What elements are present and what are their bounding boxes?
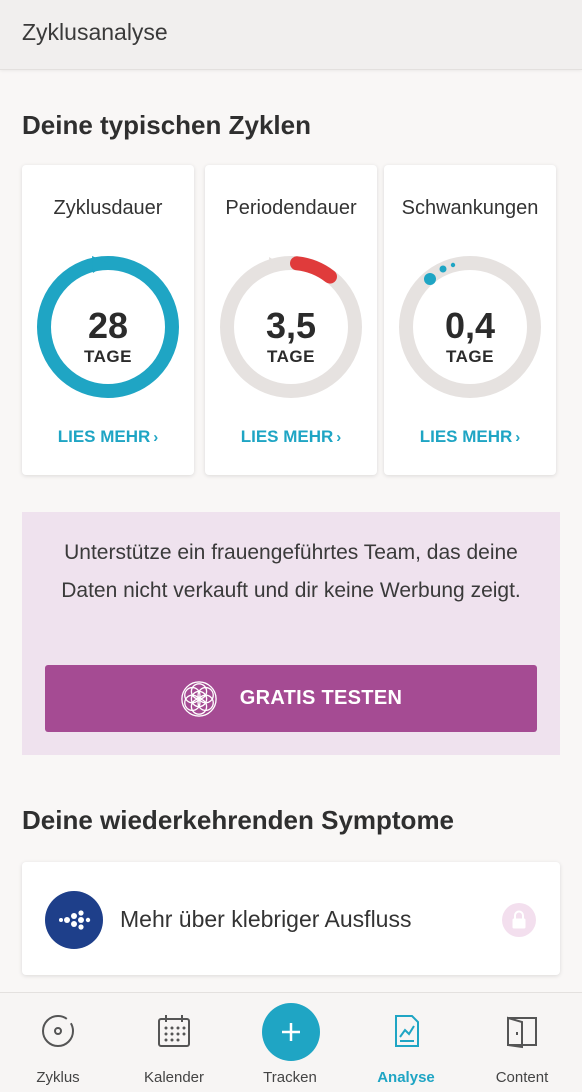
premium-promo-banner: Unterstütze ein frauengeführtes Team, da… — [22, 512, 560, 755]
read-more-link[interactable]: LIES MEHR › — [384, 427, 556, 447]
typical-cycles-heading: Deine typischen Zyklen — [22, 110, 311, 140]
read-more-label: LIES MEHR — [57, 427, 151, 446]
tab-zyklus[interactable]: Zyklus — [0, 993, 116, 1092]
app-header: Zyklusanalyse — [0, 0, 582, 70]
recurring-symptoms-heading: Deine wiederkehrenden Symptome — [22, 805, 455, 835]
chevron-right-icon: › — [336, 429, 342, 446]
free-trial-label: GRATIS TESTEN — [239, 687, 403, 709]
tab-label: Zyklus — [36, 1069, 80, 1086]
symptom-label: Mehr über klebriger Ausfluss — [120, 906, 412, 932]
lock-icon — [502, 903, 536, 937]
tab-label: Tracken — [263, 1069, 317, 1086]
book-icon — [507, 1016, 537, 1049]
card-title: Periodendauer — [225, 197, 357, 219]
period-length-card[interactable]: Periodendauer 3,5 TAGE LIES MEHR › — [205, 165, 377, 475]
add-tracking-button[interactable] — [262, 1003, 320, 1061]
read-more-label: LIES MEHR — [240, 427, 334, 446]
read-more-link[interactable]: LIES MEHR › — [22, 427, 194, 447]
discharge-dots-icon — [45, 891, 103, 949]
plus-icon — [282, 1023, 300, 1041]
analysis-icon — [395, 1015, 419, 1047]
tab-kalender[interactable]: Kalender — [116, 993, 232, 1092]
cycle-icon — [42, 1015, 74, 1047]
read-more-label: LIES MEHR — [419, 427, 513, 446]
tab-analyse[interactable]: Analyse — [348, 993, 464, 1092]
flower-of-life-icon — [181, 680, 217, 717]
cycle-length-card[interactable]: Zyklusdauer 28 TAGE LIES MEHR › — [22, 165, 194, 475]
cycle-length-unit: TAGE — [84, 347, 132, 366]
variation-unit: TAGE — [446, 347, 494, 366]
cycle-length-value: 28 — [87, 305, 129, 346]
symptom-card[interactable]: Mehr über klebriger Ausfluss — [22, 862, 560, 975]
card-title: Schwankungen — [401, 197, 539, 219]
period-length-value: 3,5 — [265, 305, 317, 346]
card-title: Zyklusdauer — [53, 197, 163, 219]
promo-text: Unterstütze ein frauengeführtes Team, da… — [61, 541, 521, 602]
read-more-link[interactable]: LIES MEHR › — [205, 427, 377, 447]
variation-value: 0,4 — [444, 305, 496, 346]
tab-label: Kalender — [143, 1069, 205, 1086]
tab-tracken[interactable]: Tracken — [232, 993, 348, 1092]
period-length-unit: TAGE — [267, 347, 315, 366]
tab-content[interactable]: Content — [464, 993, 580, 1092]
bottom-tab-bar: Zyklus Kalender Tracken Analyse Content — [0, 992, 582, 1092]
tab-label: Content — [495, 1069, 549, 1086]
page-title: Zyklusanalyse — [22, 19, 168, 45]
free-trial-button[interactable]: GRATIS TESTEN — [45, 665, 537, 732]
chevron-right-icon: › — [153, 429, 159, 446]
variation-card[interactable]: Schwankungen 0,4 TAGE LIES MEHR › — [384, 165, 556, 475]
calendar-icon — [158, 1015, 190, 1047]
tab-label: Analyse — [377, 1069, 435, 1086]
chevron-right-icon: › — [515, 429, 521, 446]
cycle-stats-cards: Zyklusdauer 28 TAGE LIES MEHR › Periodend… — [22, 165, 560, 475]
